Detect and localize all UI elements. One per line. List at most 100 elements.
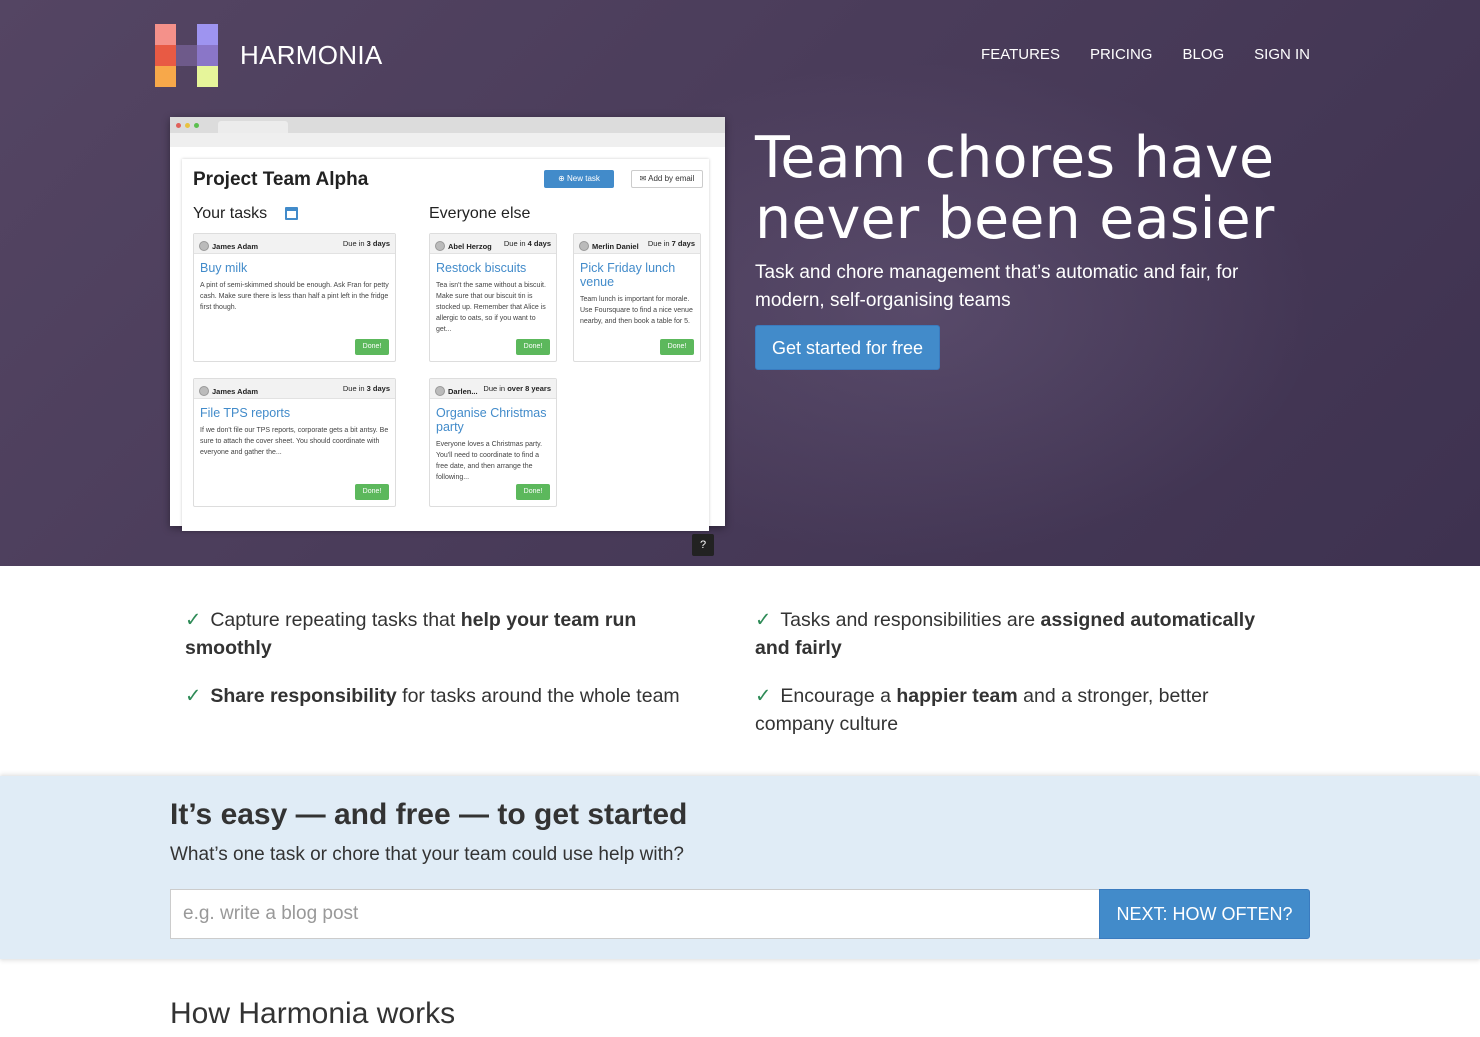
- add-by-email-button: ✉ Add by email: [631, 170, 703, 188]
- task-description: Team lunch is important for morale. Use …: [580, 296, 693, 325]
- due-date: Due in 4 days: [504, 239, 551, 253]
- checkmark-icon: ✓: [185, 609, 202, 631]
- done-button: Done!: [355, 484, 389, 500]
- task-input[interactable]: [170, 889, 1100, 939]
- app-preview-screenshot: Project Team Alpha ⊕ New task ✉ Add by e…: [170, 117, 725, 556]
- due-prefix: Due in: [342, 384, 365, 393]
- task-card-header: Darlen... Due in over 8 years: [430, 379, 556, 399]
- assignee-name: James Adam: [212, 386, 258, 396]
- avatar: [435, 241, 445, 251]
- browser-tab: [218, 121, 288, 133]
- minimize-dot-icon: [185, 123, 190, 128]
- task-card-header: James Adam Due in 3 days: [194, 379, 395, 399]
- nav-pricing[interactable]: PRICING: [1090, 46, 1153, 63]
- browser-toolbar: [170, 133, 725, 147]
- avatar: [435, 386, 445, 396]
- hero-subheadline: Task and chore management that’s automat…: [755, 262, 1239, 311]
- task-card-header: Abel Herzog Due in 4 days: [430, 234, 556, 254]
- checkmark-icon: ✓: [755, 685, 772, 707]
- avatar: [199, 241, 209, 251]
- task-card-header: Merlin Daniel Due in 7 days: [574, 234, 700, 254]
- due-value: 3 days: [366, 239, 390, 248]
- due-date: Due in 3 days: [343, 239, 390, 253]
- logo-square: [197, 24, 218, 45]
- task-description: If we don't file our TPS reports, corpor…: [200, 427, 389, 456]
- new-task-button: ⊕ New task: [544, 170, 614, 188]
- task-title: Organise Christmas party: [436, 406, 547, 434]
- get-started-button[interactable]: Get started for free: [755, 325, 940, 370]
- task-card: James Adam Due in 3 days File TPS reports…: [193, 378, 396, 507]
- task-description: A pint of semi-skimmed should be enough.…: [200, 282, 389, 311]
- task-description: Tea isn't the same without a biscuit. Ma…: [436, 282, 546, 333]
- task-title: Pick Friday lunch venue: [580, 261, 676, 289]
- close-dot-icon: [176, 123, 181, 128]
- logo-square: [155, 45, 176, 66]
- logo-square: [155, 66, 176, 87]
- project-title: Project Team Alpha: [193, 169, 369, 190]
- logo-square: [197, 66, 218, 87]
- due-value: 3 days: [366, 384, 390, 393]
- assignee-name: Darlen...: [448, 386, 478, 396]
- due-value: over 8 years: [507, 384, 551, 393]
- due-prefix: Due in: [342, 239, 365, 248]
- done-button: Done!: [516, 339, 550, 355]
- task-description: Everyone loves a Christmas party. You'll…: [436, 441, 543, 481]
- feature-item: ✓ Tasks and responsibilities are assigned…: [755, 606, 1280, 662]
- checkmark-icon: ✓: [185, 685, 202, 707]
- your-tasks-heading: Your tasks: [193, 205, 268, 222]
- assignee: Merlin Daniel: [579, 239, 639, 253]
- feature-text: for tasks around the whole team: [396, 685, 680, 707]
- done-button: Done!: [516, 484, 550, 500]
- assignee-name: Abel Herzog: [448, 241, 492, 251]
- checkmark-icon: ✓: [755, 609, 772, 631]
- due-date: Due in 7 days: [648, 239, 695, 253]
- signup-section: It’s easy — and free — to get started Wh…: [0, 776, 1480, 959]
- due-prefix: Due in: [483, 384, 506, 393]
- feature-item: ✓ Encourage a happier team and a stronger…: [755, 682, 1280, 738]
- next-how-often-button[interactable]: NEXT: HOW OFTEN?: [1099, 889, 1310, 939]
- signup-question: What’s one task or chore that your team …: [170, 844, 684, 865]
- avatar: [579, 241, 589, 251]
- feature-text: Tasks and responsibilities are: [780, 609, 1041, 631]
- feature-text: Capture repeating tasks that: [210, 609, 461, 631]
- maximize-dot-icon: [194, 123, 199, 128]
- task-card-header: James Adam Due in 3 days: [194, 234, 395, 254]
- logo-square: [176, 45, 197, 66]
- nav-sign-in[interactable]: SIGN IN: [1254, 46, 1310, 63]
- everyone-else-heading: Everyone else: [429, 205, 531, 222]
- done-button: Done!: [355, 339, 389, 355]
- preview-panel: Project Team Alpha ⊕ New task ✉ Add by e…: [182, 159, 714, 556]
- task-title: Restock biscuits: [436, 261, 527, 275]
- hero-headline: Team chores have never been easier: [755, 125, 1275, 252]
- feature-highlight: Share responsibility: [210, 685, 397, 707]
- assignee: James Adam: [199, 239, 258, 253]
- logo-square: [155, 24, 176, 45]
- due-prefix: Due in: [503, 239, 526, 248]
- assignee-name: James Adam: [212, 241, 258, 251]
- hero-section: HARMONIA FEATURES PRICING BLOG SIGN IN P…: [0, 0, 1480, 566]
- assignee-name: Merlin Daniel: [592, 241, 639, 251]
- browser-chrome: [170, 117, 725, 133]
- avatar: [199, 386, 209, 396]
- logo-square: [197, 45, 218, 66]
- nav-features[interactable]: FEATURES: [981, 46, 1060, 63]
- calendar-icon: [285, 207, 298, 220]
- harmonia-logo[interactable]: [155, 24, 218, 87]
- feature-highlight: happier team: [896, 685, 1018, 707]
- nav-blog[interactable]: BLOG: [1182, 46, 1224, 63]
- feature-text: Encourage a: [780, 685, 897, 707]
- task-title: File TPS reports: [200, 406, 291, 420]
- help-icon: ?: [692, 534, 714, 556]
- due-value: 4 days: [527, 239, 551, 248]
- brand-name[interactable]: HARMONIA: [240, 40, 383, 71]
- task-card: James Adam Due in 3 days Buy milk A pint …: [193, 233, 396, 362]
- feature-item: ✓ Share responsibility for tasks around t…: [185, 682, 710, 710]
- due-date: Due in over 8 years: [483, 384, 551, 398]
- done-button: Done!: [660, 339, 694, 355]
- due-prefix: Due in: [647, 239, 670, 248]
- assignee: James Adam: [199, 384, 258, 398]
- task-card: Darlen... Due in over 8 years Organise Ch…: [429, 378, 557, 507]
- assignee: Abel Herzog: [435, 239, 492, 253]
- due-date: Due in 3 days: [343, 384, 390, 398]
- signup-heading: It’s easy — and free — to get started: [170, 798, 688, 831]
